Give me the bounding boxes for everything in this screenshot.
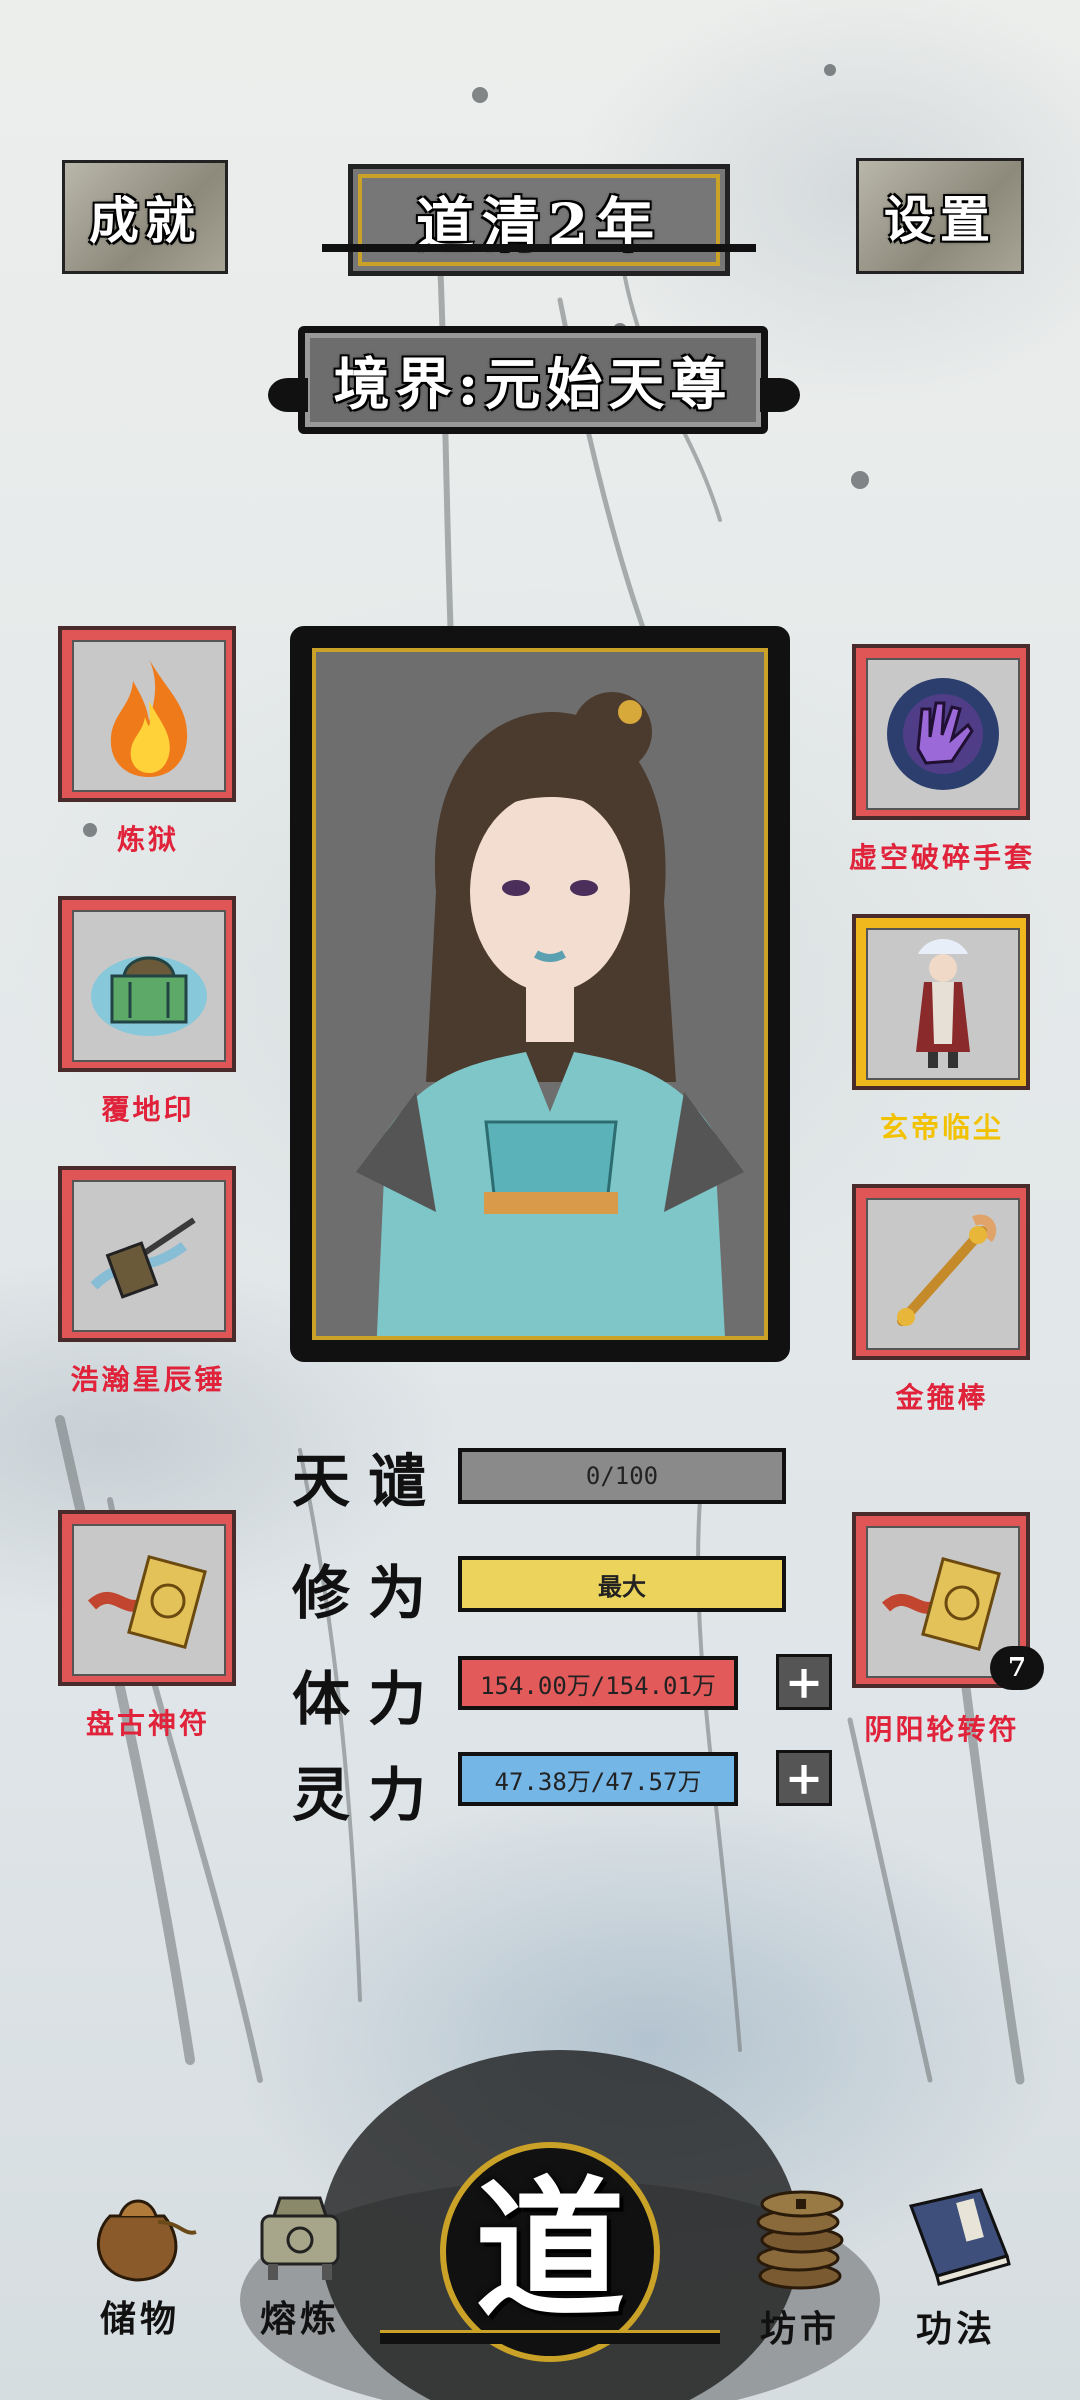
dao-label: 道: [474, 2161, 625, 2338]
realm-banner-right-scroll: [760, 378, 800, 412]
stamina-add-button[interactable]: +: [776, 1654, 832, 1710]
pouch-icon: [96, 2199, 197, 2282]
seal-icon: [91, 956, 207, 1036]
equip-slot-lianyu[interactable]: [58, 626, 236, 802]
character-illustration: [356, 692, 744, 1336]
figure-icon: [916, 939, 970, 1068]
equip-label-golden-staff: 金箍棒: [895, 1381, 989, 1414]
spirit-bar: 47.38万/47.57万: [458, 1752, 738, 1806]
tribulation-bar: 0/100: [458, 1448, 786, 1504]
nav-storage[interactable]: 储物: [60, 2176, 220, 2342]
stamina-bar: 154.00万/154.01万: [458, 1656, 738, 1710]
nav-techniques[interactable]: 功法: [876, 2176, 1036, 2352]
equip-slot-void-gauntlet[interactable]: [852, 644, 1030, 820]
stat-label-stamina: 体力: [292, 1665, 445, 1733]
nav-smelting-label: 熔炼: [259, 2298, 340, 2340]
equip-label-xuandi: 玄帝临尘: [879, 1111, 1004, 1144]
achievements-label: 成就: [89, 191, 201, 250]
stat-label-tribulation: 天谴: [292, 1447, 445, 1515]
nav-techniques-label: 功法: [915, 2308, 996, 2350]
achievements-button[interactable]: 成就: [62, 160, 228, 274]
stat-label-spirit: 灵力: [292, 1761, 445, 1829]
equip-label-pangu-talisman: 盘古神符: [85, 1707, 210, 1740]
equip-slot-haohan-hammer[interactable]: [58, 1166, 236, 1342]
equip-slot-xuandi[interactable]: [852, 914, 1030, 1090]
spirit-add-button[interactable]: +: [776, 1750, 832, 1806]
settings-label: 设置: [884, 190, 996, 249]
tribulation-value: 0/100: [585, 1462, 659, 1490]
realm-label: 境界:元始天尊: [333, 351, 733, 418]
nav-market[interactable]: 坊市: [720, 2176, 880, 2352]
count-badge: 7: [990, 1646, 1044, 1690]
cultivation-value: 最大: [598, 1571, 646, 1601]
equip-slot-fudiyin[interactable]: [58, 896, 236, 1072]
coins-icon: [756, 2190, 844, 2290]
gauntlet-icon: [887, 678, 999, 790]
nav-dao-button[interactable]: 道: [380, 2102, 720, 2372]
settings-button[interactable]: 设置: [856, 158, 1024, 274]
realm-banner: 境界:元始天尊: [298, 326, 768, 434]
equip-label-void-gauntlet: 虚空破碎手套: [848, 841, 1035, 874]
nav-storage-label: 储物: [99, 2298, 180, 2340]
nav-market-label: 坊市: [759, 2308, 840, 2350]
cauldron-icon: [260, 2196, 340, 2280]
equip-label-lianyu: 炼狱: [116, 823, 179, 856]
staff-icon: [897, 1214, 997, 1326]
cultivation-bar: 最大: [458, 1556, 786, 1612]
nav-smelting[interactable]: 熔炼: [220, 2186, 380, 2342]
equip-slot-pangu-talisman[interactable]: [58, 1510, 236, 1686]
stat-label-cultivation: 修为: [292, 1559, 445, 1627]
book-icon: [908, 2188, 1011, 2286]
spirit-value: 47.38万/47.57万: [494, 1767, 702, 1796]
realm-banner-left-scroll: [268, 378, 308, 412]
character-portrait-frame: [290, 626, 790, 1362]
plaque-rod: [322, 244, 756, 252]
year-plaque: 道清2年: [348, 164, 730, 276]
talisman-icon: [881, 1556, 1001, 1652]
equip-label-yinyang-talisman: 阴阳轮转符: [864, 1713, 1020, 1746]
hammer-icon: [90, 1217, 196, 1299]
fire-icon: [110, 659, 188, 777]
character-portrait: [312, 648, 768, 1340]
talisman-icon: [87, 1554, 207, 1650]
equip-label-fudiyin: 覆地印: [101, 1093, 195, 1126]
equip-label-haohan-hammer: 浩瀚星辰锤: [70, 1363, 226, 1396]
equip-slot-golden-staff[interactable]: [852, 1184, 1030, 1360]
stamina-value: 154.00万/154.01万: [480, 1671, 716, 1700]
